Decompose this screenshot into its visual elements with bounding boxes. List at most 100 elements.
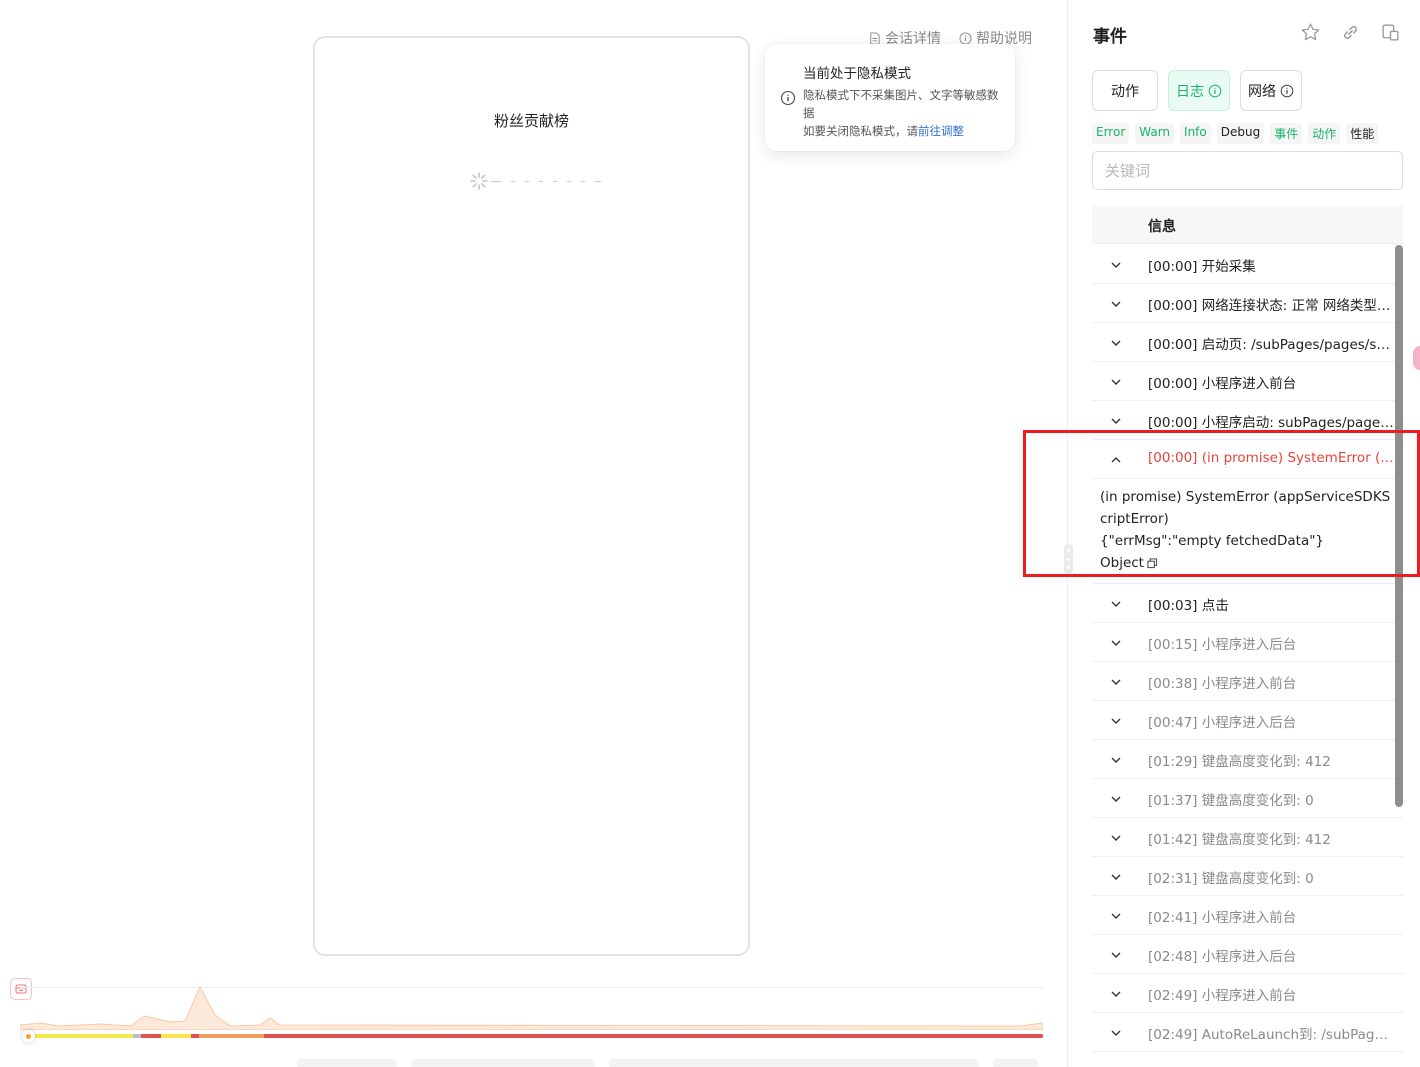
tab-label: 动作 xyxy=(1111,83,1139,100)
info-icon xyxy=(1280,84,1294,97)
log-message: [02:31] 键盘高度变化到: 0 xyxy=(1148,871,1314,887)
privacy-settings-link[interactable]: 前往调整 xyxy=(918,124,964,138)
log-row[interactable]: [02:48] 小程序进入后台 xyxy=(1092,935,1403,974)
log-message: [00:00] 小程序进入前台 xyxy=(1148,376,1297,392)
privacy-body: 隐私模式下不采集图片、文字等敏感数据 xyxy=(803,88,999,120)
star-icon[interactable] xyxy=(1300,22,1321,43)
phone-preview: 粉丝贡献榜 xyxy=(313,36,750,956)
chevron-down-icon[interactable] xyxy=(1110,298,1122,310)
privacy-mode-popup: 当前处于隐私模式 隐私模式下不采集图片、文字等敏感数据 如要关闭隐私模式，请前往… xyxy=(765,44,1015,151)
log-row[interactable]: [01:37] 键盘高度变化到: 0 xyxy=(1092,779,1403,818)
log-row[interactable]: [01:29] 键盘高度变化到: 412 xyxy=(1092,740,1403,779)
table-header: 信息 xyxy=(1092,206,1403,244)
bottom-tab[interactable] xyxy=(609,1059,979,1067)
filter-warn[interactable]: Warn xyxy=(1135,123,1175,144)
log-message: [00:00] 启动页: /subPages/pages/start/index xyxy=(1148,337,1394,353)
log-message: [01:29] 键盘高度变化到: 412 xyxy=(1148,754,1331,770)
log-message: [02:49] AutoReLaunch到: /subPages/pages/s… xyxy=(1148,1027,1394,1043)
log-message: [00:15] 小程序进入后台 xyxy=(1148,637,1297,653)
tab-logs[interactable]: 日志 xyxy=(1168,70,1230,111)
tab-actions[interactable]: 动作 xyxy=(1092,70,1158,111)
chevron-down-icon[interactable] xyxy=(1110,832,1122,844)
keyword-search-input[interactable] xyxy=(1092,151,1403,190)
chevron-down-icon[interactable] xyxy=(1110,988,1122,1000)
log-list: [00:00] 开始采集 [00:00] 网络连接状态: 正常 网络类型: wi… xyxy=(1092,245,1403,1052)
column-header-info: 信息 xyxy=(1148,219,1176,235)
chevron-down-icon[interactable] xyxy=(1110,793,1122,805)
log-message: [00:00] 小程序启动: subPages/pages/start/inde… xyxy=(1148,415,1394,431)
annotation-highlight-box xyxy=(1023,430,1420,577)
log-row[interactable]: [02:49] AutoReLaunch到: /subPages/pages/s… xyxy=(1092,1013,1403,1052)
filter-events[interactable]: 事件 xyxy=(1270,123,1303,144)
log-row[interactable]: [00:15] 小程序进入后台 xyxy=(1092,623,1403,662)
chevron-down-icon[interactable] xyxy=(1110,259,1122,271)
privacy-hint-line: 如要关闭隐私模式，请前往调整 xyxy=(803,122,999,140)
log-message: [02:41] 小程序进入前台 xyxy=(1148,910,1297,926)
chevron-down-icon[interactable] xyxy=(1110,376,1122,388)
chevron-down-icon[interactable] xyxy=(1110,637,1122,649)
log-row[interactable]: [02:49] 小程序进入前台 xyxy=(1092,974,1403,1013)
timeline-playhead[interactable] xyxy=(22,1030,35,1043)
filter-performance[interactable]: 性能 xyxy=(1346,123,1379,144)
filter-error[interactable]: Error xyxy=(1092,123,1130,144)
chevron-down-icon[interactable] xyxy=(1110,949,1122,961)
activity-sparkline xyxy=(20,985,1043,1030)
panel-title: 事件 xyxy=(1093,27,1127,47)
log-row[interactable]: [01:42] 键盘高度变化到: 412 xyxy=(1092,818,1403,857)
panel-actions xyxy=(1300,22,1401,43)
bottom-tab[interactable] xyxy=(993,1059,1038,1067)
tab-label: 网络 xyxy=(1248,83,1276,100)
log-level-filters: Error Warn Info Debug 事件 动作 性能 xyxy=(1092,123,1379,144)
info-icon xyxy=(959,31,972,45)
info-icon xyxy=(1208,84,1222,97)
log-message: [01:42] 键盘高度变化到: 412 xyxy=(1148,832,1331,848)
filter-actions[interactable]: 动作 xyxy=(1308,123,1341,144)
log-row[interactable]: [00:00] 小程序进入前台 xyxy=(1092,362,1403,401)
timeline-track[interactable] xyxy=(28,1034,1043,1038)
privacy-title: 当前处于隐私模式 xyxy=(803,66,911,82)
log-message: [00:03] 点击 xyxy=(1148,598,1229,614)
filter-debug[interactable]: Debug xyxy=(1216,123,1265,144)
log-message: [00:38] 小程序进入前台 xyxy=(1148,676,1297,692)
floating-edge-button[interactable] xyxy=(1413,346,1420,370)
chevron-down-icon[interactable] xyxy=(1110,676,1122,688)
loading-dashes xyxy=(491,180,601,183)
info-icon xyxy=(780,90,796,106)
chevron-down-icon[interactable] xyxy=(1110,871,1122,883)
log-message: [02:48] 小程序进入后台 xyxy=(1148,949,1297,965)
log-row[interactable]: [00:00] 启动页: /subPages/pages/start/index xyxy=(1092,323,1403,362)
chevron-down-icon[interactable] xyxy=(1110,337,1122,349)
log-row[interactable]: [02:31] 键盘高度变化到: 0 xyxy=(1092,857,1403,896)
screen-share-icon[interactable] xyxy=(1380,22,1401,43)
log-message: [00:47] 小程序进入后台 xyxy=(1148,715,1297,731)
session-timeline[interactable] xyxy=(0,975,1050,1067)
tab-label: 日志 xyxy=(1176,83,1204,100)
bottom-tab[interactable] xyxy=(411,1059,595,1067)
log-row[interactable]: [00:00] 开始采集 xyxy=(1092,245,1403,284)
chevron-down-icon[interactable] xyxy=(1110,715,1122,727)
chevron-down-icon[interactable] xyxy=(1110,598,1122,610)
log-row[interactable]: [00:03] 点击 xyxy=(1092,584,1403,623)
tab-network[interactable]: 网络 xyxy=(1240,70,1302,111)
bottom-tab[interactable] xyxy=(297,1059,397,1067)
spinner-icon xyxy=(470,172,488,190)
log-row[interactable]: [00:47] 小程序进入后台 xyxy=(1092,701,1403,740)
document-icon xyxy=(870,31,880,45)
privacy-hint: 如要关闭隐私模式，请 xyxy=(803,124,918,138)
log-row[interactable]: [00:00] 网络连接状态: 正常 网络类型: wifi xyxy=(1092,284,1403,323)
log-message: [00:00] 开始采集 xyxy=(1148,259,1256,275)
log-row[interactable]: [00:38] 小程序进入前台 xyxy=(1092,662,1403,701)
chevron-down-icon[interactable] xyxy=(1110,415,1122,427)
timeline-bottom-tabs xyxy=(297,1059,1038,1067)
filter-info[interactable]: Info xyxy=(1180,123,1211,144)
chevron-down-icon[interactable] xyxy=(1110,754,1122,766)
log-row[interactable]: [02:41] 小程序进入前台 xyxy=(1092,896,1403,935)
log-message: [01:37] 键盘高度变化到: 0 xyxy=(1148,793,1314,809)
log-message: [02:49] 小程序进入前台 xyxy=(1148,988,1297,1004)
phone-page-title: 粉丝贡献榜 xyxy=(493,112,569,130)
chevron-down-icon[interactable] xyxy=(1110,910,1122,922)
loading-indicator xyxy=(469,171,601,191)
link-icon[interactable] xyxy=(1340,22,1361,43)
chevron-down-icon[interactable] xyxy=(1110,1027,1122,1039)
log-message: [00:00] 网络连接状态: 正常 网络类型: wifi xyxy=(1148,298,1394,314)
